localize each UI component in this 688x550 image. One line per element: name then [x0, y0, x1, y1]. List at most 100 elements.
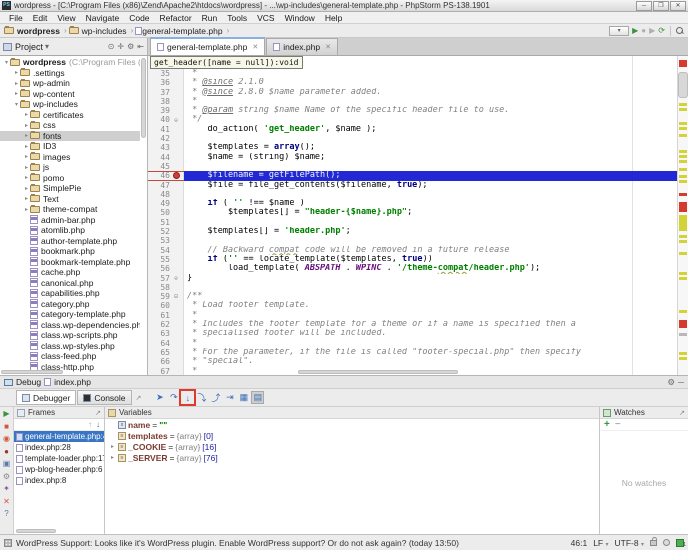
stripe-mark[interactable] — [679, 150, 687, 153]
gutter-cell[interactable]: 46 — [148, 171, 184, 180]
code-text[interactable]: * — [184, 311, 677, 320]
tree-item[interactable]: canonical.php — [0, 278, 140, 289]
tree-item[interactable]: ▸theme-compat — [0, 204, 140, 215]
tree-item[interactable]: ▸pomo — [0, 173, 140, 184]
gutter-cell[interactable]: 47 — [148, 181, 184, 190]
gutter-cell[interactable]: 39 — [148, 106, 184, 115]
code-line[interactable]: 37 * @since 2.8.0 $name parameter added. — [148, 88, 677, 97]
scrollbar-thumb[interactable] — [678, 72, 688, 98]
resume-button[interactable]: ▶ — [3, 409, 9, 418]
tree-item[interactable]: bookmark-template.php — [0, 257, 140, 268]
debug-button[interactable]: ● — [641, 26, 646, 36]
evaluate-expression-icon[interactable]: ▦ — [237, 391, 250, 404]
code-text[interactable]: $name = (string) $name; — [184, 153, 677, 162]
chevron-right-icon[interactable]: ▸ — [13, 80, 20, 87]
tab-index.php[interactable]: index.php✕ — [266, 38, 338, 55]
stripe-mark[interactable] — [679, 180, 687, 183]
menu-file[interactable]: File — [4, 13, 28, 23]
gutter-cell[interactable]: 43 — [148, 143, 184, 152]
chevron-right-icon[interactable]: ▸ — [23, 122, 30, 129]
project-panel-title[interactable]: Project — [15, 42, 43, 52]
error-stripe[interactable] — [677, 56, 688, 375]
code-line[interactable]: 49 if ( '' !== $name ) — [148, 199, 677, 208]
float-frames-icon[interactable]: ↗ — [95, 409, 101, 417]
line-number[interactable]: 63 — [148, 329, 170, 338]
menu-help[interactable]: Help — [320, 13, 347, 23]
code-text[interactable]: $filename = getFilePath(); — [184, 171, 677, 180]
tree-item[interactable]: cache.php — [0, 267, 140, 278]
line-number[interactable]: 57 — [148, 274, 170, 283]
code-text[interactable] — [184, 162, 677, 171]
code-line[interactable]: 43 $templates = array(); — [148, 143, 677, 152]
stripe-mark[interactable] — [679, 160, 687, 163]
line-number[interactable]: 67 — [148, 367, 170, 376]
code-line[interactable]: 46 $filename = getFilePath(); — [148, 171, 677, 180]
run-to-cursor-icon[interactable]: ⇥ — [223, 391, 236, 404]
code-text[interactable]: * For the parameter, if the file is call… — [184, 348, 677, 357]
expand-arrow-icon[interactable]: ▸ — [109, 443, 116, 450]
tree-item[interactable]: ▸SimplePie — [0, 183, 140, 194]
chevron-right-icon[interactable]: ▸ — [13, 69, 20, 76]
stripe-mark[interactable] — [679, 155, 687, 158]
code-line[interactable]: 64 * — [148, 339, 677, 348]
code-text[interactable]: * Includes the footer template for a the… — [184, 320, 677, 329]
code-line[interactable]: 57⊖} — [148, 274, 677, 283]
minimize-button[interactable]: ─ — [636, 1, 652, 11]
caret-position[interactable]: 46:1 — [571, 538, 588, 548]
code-line[interactable]: 60 * Load footer template. — [148, 301, 677, 310]
gutter-cell[interactable]: 59⊟ — [148, 292, 184, 301]
code-line[interactable]: 47 $file = file_get_contents($filename, … — [148, 181, 677, 190]
code-line[interactable]: 56 load_template( ABSPATH . WPINC . '/th… — [148, 264, 677, 273]
tab-general-template.php[interactable]: general-template.php✕ — [150, 37, 265, 55]
code-text[interactable] — [184, 134, 677, 143]
code-text[interactable]: * — [184, 339, 677, 348]
status-message[interactable]: WordPress Support: Looks like it's WordP… — [16, 538, 567, 548]
variable-item[interactable]: ▸≡_SERVER = {array} [76] — [105, 452, 599, 463]
line-number[interactable]: 51 — [148, 218, 170, 227]
close-button[interactable]: ✕ — [670, 1, 686, 11]
gutter-cell[interactable]: 49 — [148, 199, 184, 208]
code-line[interactable]: 54 // Backward compat code will be remov… — [148, 246, 677, 255]
show-execution-point-icon[interactable]: ➤ — [153, 391, 166, 404]
hide-panel-icon[interactable]: ⇤ — [137, 42, 144, 51]
code-line[interactable]: 65 * For the parameter, if the file is c… — [148, 348, 677, 357]
line-number[interactable]: 55 — [148, 255, 170, 264]
gutter-cell[interactable]: 60 — [148, 301, 184, 310]
editor-horizontal-scrollbar[interactable] — [298, 370, 458, 374]
gutter-cell[interactable]: 58 — [148, 283, 184, 292]
menu-vcs[interactable]: VCS — [252, 13, 279, 23]
tree-item[interactable]: ▸.settings — [0, 68, 140, 79]
chevron-right-icon[interactable]: ▸ — [23, 174, 30, 181]
gutter-cell[interactable]: 50 — [148, 208, 184, 217]
gutter-cell[interactable]: 55 — [148, 255, 184, 264]
code-text[interactable]: $templates[] = "header-{$name}.php"; — [184, 208, 677, 217]
tree-item[interactable]: ▸certificates — [0, 110, 140, 121]
run-coverage-button[interactable]: ▶ — [649, 26, 655, 36]
line-number[interactable]: 54 — [148, 246, 170, 255]
tree-item[interactable]: ▸css — [0, 120, 140, 131]
gutter-cell[interactable]: 40⊖ — [148, 115, 184, 124]
tree-item[interactable]: admin-bar.php — [0, 215, 140, 226]
code-line[interactable]: 61 * — [148, 311, 677, 320]
stripe-mark[interactable] — [679, 103, 687, 106]
stop-button[interactable]: ■ — [4, 422, 9, 431]
code-line[interactable]: 62 * Includes the footer template for a … — [148, 320, 677, 329]
layout-toggle-icon[interactable]: ▤ — [251, 391, 264, 404]
line-number[interactable]: 36 — [148, 78, 170, 87]
line-number[interactable]: 48 — [148, 190, 170, 199]
line-number[interactable]: 40 — [148, 115, 170, 124]
stripe-mark[interactable] — [679, 310, 687, 313]
line-number[interactable]: 56 — [148, 264, 170, 273]
code-text[interactable]: * — [184, 97, 677, 106]
code-line[interactable]: 39 * @param string $name Name of the spe… — [148, 106, 677, 115]
gutter-cell[interactable]: 45 — [148, 162, 184, 171]
chevron-right-icon[interactable]: ▸ — [23, 195, 30, 202]
project-horizontal-scrollbar[interactable] — [1, 370, 63, 374]
code-text[interactable] — [184, 218, 677, 227]
menu-window[interactable]: Window — [280, 13, 320, 23]
tree-item[interactable]: ▸fonts — [0, 131, 140, 142]
run-configuration-dropdown[interactable]: ▾ — [609, 26, 629, 36]
chevron-right-icon[interactable]: ▸ — [23, 153, 30, 160]
line-number[interactable]: 43 — [148, 143, 170, 152]
code-text[interactable]: } — [184, 274, 677, 283]
